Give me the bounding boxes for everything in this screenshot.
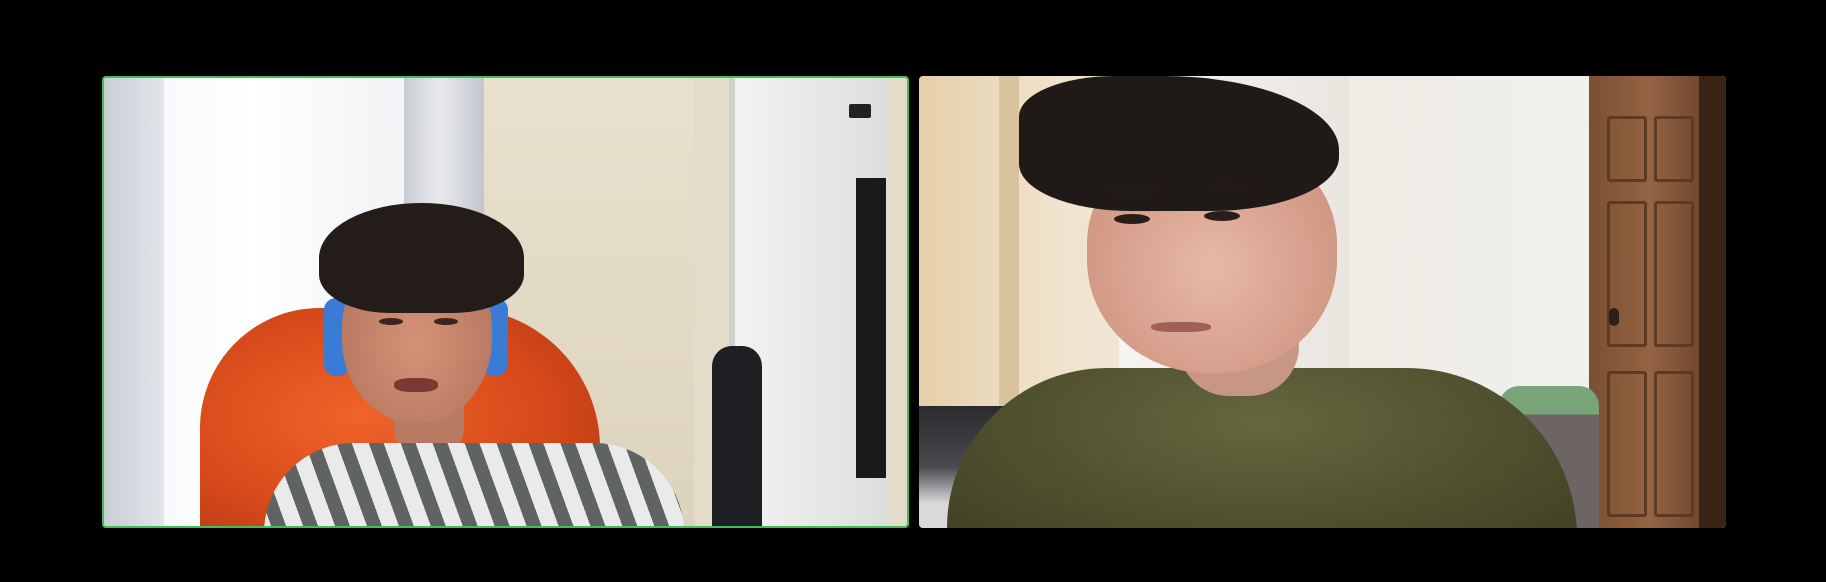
- video-tile-participant-1[interactable]: [102, 76, 909, 528]
- mouth: [394, 378, 438, 392]
- video-gallery: [0, 0, 1826, 582]
- video-tile-participant-2[interactable]: [919, 76, 1726, 528]
- eye: [434, 318, 458, 325]
- eye: [1114, 214, 1150, 224]
- striped-shirt: [264, 443, 684, 526]
- eyebrow: [1197, 182, 1253, 192]
- doorknob: [1609, 308, 1619, 326]
- eyebrow: [1104, 186, 1160, 196]
- door-edge: [1699, 76, 1726, 528]
- hanging-clothes: [856, 178, 886, 478]
- hanging-coat: [712, 346, 762, 526]
- door-hinge: [849, 104, 871, 118]
- door-panel: [1654, 116, 1694, 182]
- door-panel: [1654, 371, 1694, 517]
- door-panel: [1607, 371, 1647, 517]
- door-panel: [1607, 116, 1647, 182]
- eye: [379, 318, 403, 325]
- door-panel: [1654, 201, 1694, 347]
- mouth: [1151, 322, 1211, 332]
- eye: [1204, 211, 1240, 221]
- curtain: [104, 78, 164, 526]
- participant-hair: [319, 203, 524, 313]
